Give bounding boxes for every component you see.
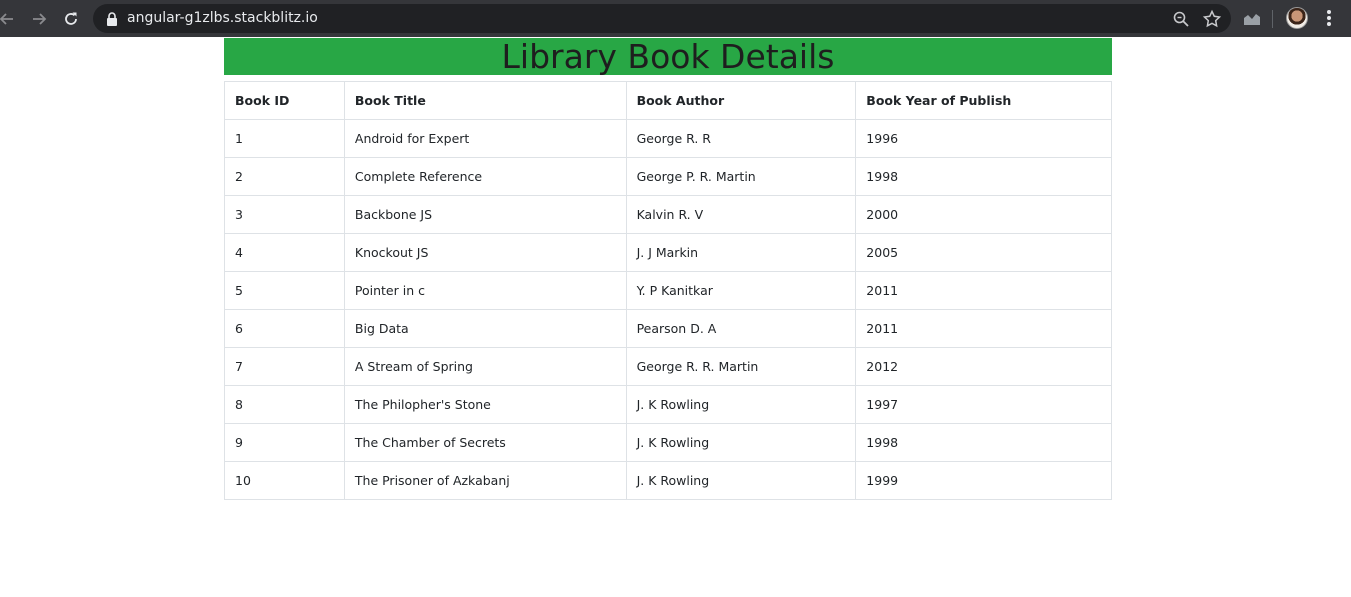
- cell-book-year: 2011: [855, 271, 1112, 310]
- reload-icon: [65, 12, 77, 25]
- cell-book-title: The Chamber of Secrets: [343, 423, 627, 462]
- star-icon[interactable]: [1202, 9, 1222, 29]
- table-row: 5 Pointer in c Y. P Kanitkar 2011: [224, 271, 1112, 310]
- column-header-book-year: Book Year of Publish: [855, 81, 1112, 120]
- cell-book-year: 1998: [855, 157, 1112, 196]
- table-header-row: Book ID Book Title Book Author Book Year…: [224, 81, 1112, 120]
- cell-book-author: J. K Rowling: [625, 461, 857, 500]
- cell-book-id: 1: [224, 119, 345, 158]
- forward-button[interactable]: [26, 6, 52, 32]
- table-row: 10 The Prisoner of Azkabanj J. K Rowling…: [224, 461, 1112, 500]
- arrow-right-icon: [33, 13, 47, 25]
- cell-book-title: Pointer in c: [343, 271, 627, 310]
- cell-book-id: 10: [224, 461, 345, 500]
- cell-book-title: Android for Expert: [343, 119, 627, 158]
- cell-book-id: 6: [224, 309, 345, 348]
- cell-book-title: Complete Reference: [343, 157, 627, 196]
- table-row: 2 Complete Reference George P. R. Martin…: [224, 157, 1112, 196]
- address-bar[interactable]: angular-g1zlbs.stackblitz.io: [93, 4, 1231, 33]
- cell-book-title: The Prisoner of Azkabanj: [343, 461, 627, 500]
- cell-book-author: Pearson D. A: [625, 309, 857, 348]
- cell-book-author: Kalvin R. V: [625, 195, 857, 234]
- cell-book-title: Big Data: [343, 309, 627, 348]
- cell-book-id: 7: [224, 347, 345, 386]
- cell-book-id: 9: [224, 423, 345, 462]
- cell-book-id: 3: [224, 195, 345, 234]
- table-row: 4 Knockout JS J. J Markin 2005: [224, 233, 1112, 272]
- browser-toolbar: angular-g1zlbs.stackblitz.io: [0, 0, 1351, 37]
- table-row: 7 A Stream of Spring George R. R. Martin…: [224, 347, 1112, 386]
- magnifier-icon[interactable]: [1171, 9, 1191, 29]
- column-header-book-title: Book Title: [343, 81, 627, 120]
- lock-icon: [107, 12, 117, 26]
- table-row: 9 The Chamber of Secrets J. K Rowling 19…: [224, 423, 1112, 462]
- page-title: Library Book Details: [224, 38, 1112, 75]
- cell-book-author: J. K Rowling: [625, 423, 857, 462]
- cell-book-year: 1998: [855, 423, 1112, 462]
- table-row: 3 Backbone JS Kalvin R. V 2000: [224, 195, 1112, 234]
- toolbar-divider: [1272, 10, 1273, 28]
- cell-book-author: George R. R. Martin: [625, 347, 857, 386]
- cell-book-id: 8: [224, 385, 345, 424]
- cell-book-id: 4: [224, 233, 345, 272]
- column-header-book-id: Book ID: [224, 81, 345, 120]
- cell-book-title: The Philopher's Stone: [343, 385, 627, 424]
- avatar[interactable]: [1286, 7, 1308, 29]
- kebab-menu-icon[interactable]: [1320, 8, 1338, 28]
- cell-book-title: Knockout JS: [343, 233, 627, 272]
- column-header-book-author: Book Author: [625, 81, 857, 120]
- cell-book-year: 1999: [855, 461, 1112, 500]
- table-row: 6 Big Data Pearson D. A 2011: [224, 309, 1112, 348]
- cell-book-year: 2005: [855, 233, 1112, 272]
- cell-book-author: George R. R: [625, 119, 857, 158]
- cell-book-year: 2011: [855, 309, 1112, 348]
- reload-button[interactable]: [58, 6, 84, 32]
- books-table: Book ID Book Title Book Author Book Year…: [224, 81, 1112, 500]
- cell-book-year: 1997: [855, 385, 1112, 424]
- cell-book-id: 2: [224, 157, 345, 196]
- table-row: 1 Android for Expert George R. R 1996: [224, 119, 1112, 158]
- url-text: angular-g1zlbs.stackblitz.io: [127, 10, 318, 26]
- table-row: 8 The Philopher's Stone J. K Rowling 199…: [224, 385, 1112, 424]
- cell-book-id: 5: [224, 271, 345, 310]
- back-button[interactable]: [0, 6, 20, 32]
- cell-book-year: 2012: [855, 347, 1112, 386]
- cell-book-year: 2000: [855, 195, 1112, 234]
- cell-book-year: 1996: [855, 119, 1112, 158]
- arrow-left-icon: [0, 13, 13, 25]
- cell-book-author: Y. P Kanitkar: [625, 271, 857, 310]
- cell-book-author: J. K Rowling: [625, 385, 857, 424]
- cell-book-author: J. J Markin: [625, 233, 857, 272]
- cell-book-title: A Stream of Spring: [343, 347, 627, 386]
- cell-book-author: George P. R. Martin: [625, 157, 857, 196]
- cell-book-title: Backbone JS: [343, 195, 627, 234]
- chart-extension-icon[interactable]: [1242, 9, 1262, 29]
